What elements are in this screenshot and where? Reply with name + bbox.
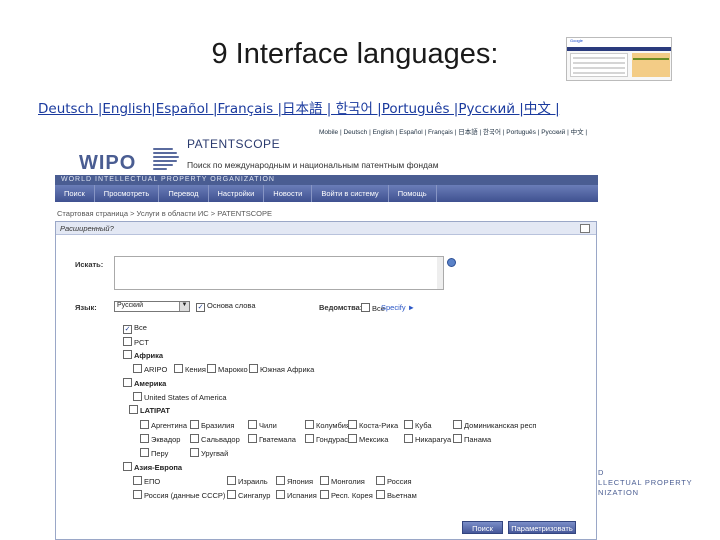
office-ussr[interactable]: Россия (данные СССР) [133,490,225,500]
office-brazil[interactable]: Бразилия [190,420,234,430]
office-argentina[interactable]: Аргентина [140,420,187,430]
product-title: PATENTSCOPE [187,137,281,151]
wipo-logo: WIPO [67,135,179,175]
office-usa[interactable]: United States of America [133,392,227,402]
office-israel[interactable]: Израиль [227,476,268,486]
office-costa-rica[interactable]: Коста-Рика [348,420,398,430]
office-africa[interactable]: Африка [123,350,163,360]
language-label: Язык: [75,303,97,312]
office-singapore[interactable]: Сингапур [227,490,270,500]
language-select-value: Русский [117,302,143,309]
specify-link[interactable]: Specify ► [381,303,415,312]
office-morocco[interactable]: Марокко [207,364,248,374]
google-thumbnail: Google [566,37,672,81]
patentscope-screenshot: Mobile | Deutsch | English | Español | F… [55,124,598,540]
office-asia-europe[interactable]: Азия-Европа [123,462,182,472]
nav-help[interactable]: Помощь [389,185,437,202]
office-nicaragua[interactable]: Никарагуа [404,434,451,444]
office-guatemala[interactable]: Гватемала [248,434,296,444]
expand-icon[interactable] [580,224,590,233]
office-pct[interactable]: PCT [123,337,149,347]
office-colombia[interactable]: Колумбия [305,420,350,430]
nav-news[interactable]: Новости [264,185,313,202]
office-all[interactable]: Все [123,323,147,334]
office-epo[interactable]: ЕПО [133,476,160,486]
office-spain[interactable]: Испания [276,490,317,500]
office-salvador[interactable]: Сальвадор [190,434,240,444]
nav-settings[interactable]: Настройки [209,185,265,202]
offices-label: Ведомства: [319,303,363,312]
org-band: WORLD INTELLECTUAL PROPERTY ORGANIZATION [55,175,598,185]
breadcrumb[interactable]: Стартовая страница > Услуги в области ИС… [57,209,272,218]
office-kenya[interactable]: Кения [174,364,206,374]
office-russia[interactable]: Россия [376,476,412,486]
wipo-side-logo: D LLECTUAL PROPERTY NIZATION [598,468,718,516]
nav-login[interactable]: Войти в систему [312,185,389,202]
org-name: WORLD INTELLECTUAL PROPERTY ORGANIZATION [61,176,275,183]
language-select[interactable]: Русский ▼ [114,301,190,312]
slide: 9 Interface languages: Google Deutsch |E… [0,0,720,540]
wipo-side-line3: NIZATION [598,488,639,497]
languages-link-line[interactable]: Deutsch |English|Español |Français |日本語 … [38,97,560,117]
search-label: Искать: [75,260,104,269]
nav-browse[interactable]: Просмотреть [95,185,160,202]
panel-title: Расширенный? [56,222,596,235]
wipo-side-line1: D [598,468,605,477]
chevron-down-icon: ▼ [179,302,189,311]
office-honduras[interactable]: Гондурас [305,434,348,444]
office-mongolia[interactable]: Монголия [320,476,365,486]
office-chile[interactable]: Чили [248,420,277,430]
office-south-africa[interactable]: Южная Африка [249,364,314,374]
search-input[interactable] [114,256,444,290]
office-cuba[interactable]: Куба [404,420,432,430]
office-vietnam[interactable]: Вьетнам [376,490,417,500]
office-dominican[interactable]: Доминиканская респ [453,420,536,430]
main-nav: Поиск Просмотреть Перевод Настройки Ново… [55,185,598,202]
office-latipat[interactable]: LATIPAT [129,405,170,415]
nav-translate[interactable]: Перевод [159,185,209,202]
nav-search[interactable]: Поиск [55,185,95,202]
search-button[interactable]: Поиск [462,521,503,534]
office-japan[interactable]: Япония [276,476,313,486]
office-peru[interactable]: Перу [140,448,168,458]
office-korea[interactable]: Респ. Корея [320,490,373,500]
stemming-checkbox[interactable]: Основа слова [196,301,256,312]
thumbnail-label: Google [567,38,671,47]
product-subtitle: Поиск по международным и национальным па… [187,160,439,170]
wipo-side-line2: LLECTUAL PROPERTY [598,478,693,487]
office-ecuador[interactable]: Эквадор [140,434,180,444]
wipo-emblem-icon [153,148,179,176]
office-america[interactable]: Америка [123,378,166,388]
wipo-logo-text: WIPO [79,152,137,174]
office-uruguay[interactable]: Уругвай [190,448,228,458]
office-mexico[interactable]: Мексика [348,434,388,444]
office-panama[interactable]: Панама [453,434,491,444]
office-aripo[interactable]: ARIPO [133,364,167,374]
parameters-button[interactable]: Параметризовать [508,521,576,534]
help-icon[interactable] [447,258,456,267]
language-bar[interactable]: Mobile | Deutsch | English | Español | F… [319,126,587,136]
